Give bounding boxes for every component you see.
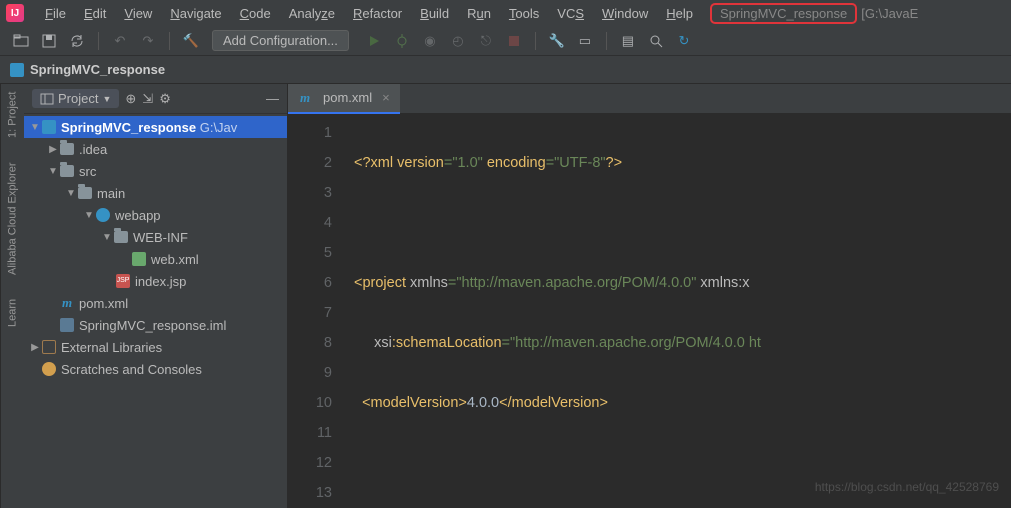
menu-edit[interactable]: Edit [75,4,115,23]
run-config-button[interactable]: Add Configuration... [212,30,349,51]
menu-analyze[interactable]: Analyze [280,4,344,23]
menu-window[interactable]: Window [593,4,657,23]
attach-icon[interactable]: ⎋ [475,30,497,52]
undo-icon[interactable]: ↶ [109,30,131,52]
menu-run[interactable]: Run [458,4,500,23]
save-icon[interactable] [38,30,60,52]
tree-webxml[interactable]: web.xml [24,248,287,270]
tab-pom[interactable]: m pom.xml × [288,84,400,114]
menu-help[interactable]: Help [657,4,702,23]
locate-icon[interactable]: ⊕ [125,91,136,107]
open-icon[interactable] [10,30,32,52]
tree-main[interactable]: ▼main [24,182,287,204]
menu-tools[interactable]: Tools [500,4,548,23]
wrench-icon[interactable]: 🔧 [546,30,568,52]
menu-view[interactable]: View [115,4,161,23]
hide-icon[interactable]: — [266,91,279,106]
tree-scratch[interactable]: Scratches and Consoles [24,358,287,380]
menu-refactor[interactable]: Refactor [344,4,411,23]
menu-code[interactable]: Code [231,4,280,23]
structure-icon[interactable]: ▭ [574,30,596,52]
sidebar-learn[interactable]: Learn [7,299,19,327]
tree-pom[interactable]: mpom.xml [24,292,287,314]
debug-icon[interactable] [391,30,413,52]
panel-selector[interactable]: Project ▼ [32,89,119,108]
menu-file[interactable]: File [36,4,75,23]
menu-navigate[interactable]: Navigate [161,4,230,23]
tree-src[interactable]: ▼src [24,160,287,182]
project-view-icon [40,92,54,106]
code-content[interactable]: <?xml version="1.0" encoding="UTF-8"?> <… [346,114,1011,508]
hammer-icon[interactable]: 🔨 [180,30,202,52]
breadcrumb: SpringMVC_response [0,56,1011,84]
tree-idea[interactable]: ▶.idea [24,138,287,160]
avd-icon[interactable]: ▤ [617,30,639,52]
maven-icon: m [298,91,312,105]
tree-webinf[interactable]: ▼WEB-INF [24,226,287,248]
breadcrumb-label[interactable]: SpringMVC_response [30,62,165,77]
run-icon[interactable] [363,30,385,52]
tree-webapp[interactable]: ▼webapp [24,204,287,226]
refresh-icon[interactable]: ↻ [673,30,695,52]
profile-icon[interactable]: ◴ [447,30,469,52]
tree-extlib[interactable]: ▶External Libraries [24,336,287,358]
toolbar: ↶ ↷ 🔨 Add Configuration... ◉ ◴ ⎋ 🔧 ▭ ▤ ↻ [0,26,1011,56]
window-title: SpringMVC_response [710,3,857,24]
coverage-icon[interactable]: ◉ [419,30,441,52]
project-panel: Project ▼ ⊕ ⇲ ⚙ — ▼ SpringMVC_response G… [24,84,288,508]
tree-iml[interactable]: SpringMVC_response.iml [24,314,287,336]
app-icon: IJ [6,4,24,22]
tree-index[interactable]: JSPindex.jsp [24,270,287,292]
redo-icon[interactable]: ↷ [137,30,159,52]
chevron-down-icon: ▼ [102,94,111,104]
watermark: https://blog.csdn.net/qq_42528769 [815,472,999,502]
project-tree: ▼ SpringMVC_response G:\Jav ▶.idea ▼src … [24,114,287,382]
sidebar-project[interactable]: 1: Project [7,92,19,138]
gear-icon[interactable]: ⚙ [159,91,171,107]
tree-root[interactable]: ▼ SpringMVC_response G:\Jav [24,116,287,138]
search-icon[interactable] [645,30,667,52]
window-title-path: [G:\JavaE [861,6,918,21]
expand-icon[interactable]: ⇲ [142,91,153,107]
editor: m pom.xml × 123 456 789 101112 13 <?xml … [288,84,1011,508]
gutter: 123 456 789 101112 13 [288,114,346,508]
menu-build[interactable]: Build [411,4,458,23]
module-icon [10,63,24,77]
sidebar-alibaba[interactable]: Alibaba Cloud Explorer [7,162,19,275]
menu-vcs[interactable]: VCS [548,4,593,23]
close-icon[interactable]: × [382,90,390,105]
stop-icon[interactable] [503,30,525,52]
sync-icon[interactable] [66,30,88,52]
